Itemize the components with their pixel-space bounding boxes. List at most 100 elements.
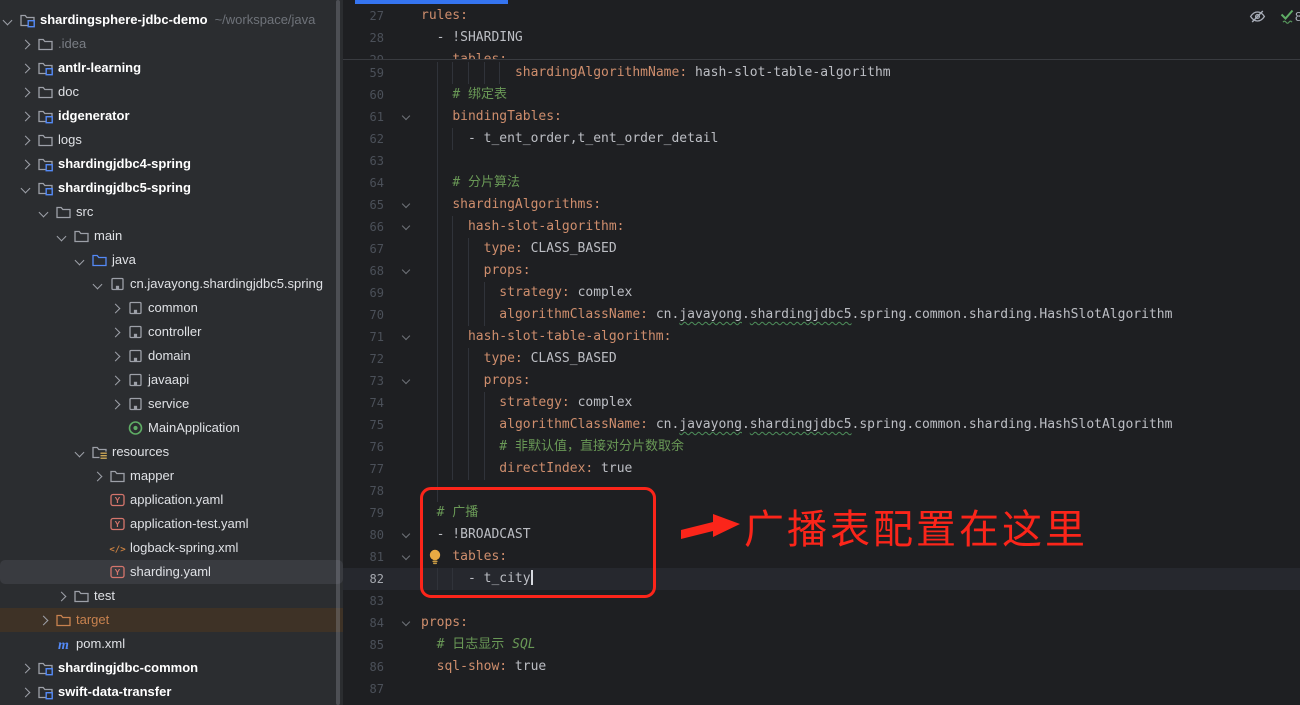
line-number[interactable]: 84 [343,612,384,634]
code-line-72[interactable]: 72type: CLASS_BASED [343,348,1300,370]
chevron-right-icon[interactable] [57,592,67,602]
fold-chevron-icon[interactable] [402,376,410,384]
tree-item-application-test-yaml[interactable]: Yapplication-test.yaml [0,512,343,536]
line-number[interactable]: 73 [343,370,384,392]
line-number[interactable]: 78 [343,480,384,502]
code-line-65[interactable]: 65shardingAlgorithms: [343,194,1300,216]
line-number[interactable]: 28 [343,27,384,49]
code-line-67[interactable]: 67type: CLASS_BASED [343,238,1300,260]
line-number[interactable]: 69 [343,282,384,304]
code-line-84[interactable]: 84props: [343,612,1300,634]
chevron-down-icon[interactable] [75,448,85,458]
tree-item-controller[interactable]: controller [0,320,343,344]
chevron-right-icon[interactable] [93,472,103,482]
tree-item-mainapplication[interactable]: MainApplication [0,416,343,440]
tree-item-application-yaml[interactable]: Yapplication.yaml [0,488,343,512]
tree-item-service[interactable]: service [0,392,343,416]
fold-chevron-icon[interactable] [402,618,410,626]
chevron-down-icon[interactable] [3,16,13,26]
tree-item-main[interactable]: main [0,224,343,248]
tree-item-logback-spring-xml[interactable]: </>logback-spring.xml [0,536,343,560]
code-line-85[interactable]: 85# 日志显示 SQL [343,634,1300,656]
chevron-right-icon[interactable] [39,616,49,626]
tree-item-mapper[interactable]: mapper [0,464,343,488]
tree-item-src[interactable]: src [0,200,343,224]
chevron-right-icon[interactable] [21,88,31,98]
code-line-66[interactable]: 66hash-slot-algorithm: [343,216,1300,238]
chevron-down-icon[interactable] [57,232,67,242]
tree-item-java[interactable]: java [0,248,343,272]
chevron-down-icon[interactable] [39,208,49,218]
fold-chevron-icon[interactable] [402,200,410,208]
line-number[interactable]: 65 [343,194,384,216]
chevron-right-icon[interactable] [111,328,121,338]
chevron-right-icon[interactable] [111,304,121,314]
chevron-right-icon[interactable] [21,64,31,74]
chevron-right-icon[interactable] [111,400,121,410]
code-line-62[interactable]: 62- t_ent_order,t_ent_order_detail [343,128,1300,150]
chevron-right-icon[interactable] [21,664,31,674]
tree-item-doc[interactable]: doc [0,80,343,104]
tree-item-domain[interactable]: domain [0,344,343,368]
tree-item-shardingjdbc5-spring[interactable]: shardingjdbc5-spring [0,176,343,200]
fold-chevron-icon[interactable] [402,530,410,538]
fold-chevron-icon[interactable] [402,266,410,274]
line-number[interactable]: 81 [343,546,384,568]
inspections-ok-check-icon[interactable] [1279,7,1295,30]
line-number[interactable]: 59 [343,62,384,84]
line-number[interactable]: 76 [343,436,384,458]
code-line-77[interactable]: 77directIndex: true [343,458,1300,480]
line-number[interactable]: 75 [343,414,384,436]
tree-item-logs[interactable]: logs [0,128,343,152]
tree-item-sharding-yaml[interactable]: Ysharding.yaml [0,560,343,584]
code-line-63[interactable]: 63 [343,150,1300,172]
tree-item-test[interactable]: test [0,584,343,608]
line-number[interactable]: 82 [343,568,384,590]
code-line-60[interactable]: 60# 绑定表 [343,84,1300,106]
code-area[interactable]: 59shardingAlgorithmName: hash-slot-table… [343,62,1300,700]
line-number[interactable]: 67 [343,238,384,260]
tree-item--idea[interactable]: .idea [0,32,343,56]
line-number[interactable]: 61 [343,106,384,128]
sticky-line-27[interactable]: 27rules: [343,5,1300,27]
chevron-down-icon[interactable] [21,184,31,194]
project-tree-scrollbar[interactable] [336,0,340,705]
chevron-right-icon[interactable] [21,40,31,50]
editor-pane[interactable]: 27rules:28- !SHARDING29tables: 59shardin… [343,0,1300,705]
line-number[interactable]: 71 [343,326,384,348]
line-number[interactable]: 68 [343,260,384,282]
code-line-73[interactable]: 73props: [343,370,1300,392]
line-number[interactable]: 63 [343,150,384,172]
code-line-75[interactable]: 75algorithmClassName: cn.javayong.shardi… [343,414,1300,436]
tree-item-javaapi[interactable]: javaapi [0,368,343,392]
line-number[interactable]: 86 [343,656,384,678]
line-number[interactable]: 80 [343,524,384,546]
tree-item-idgenerator[interactable]: idgenerator [0,104,343,128]
chevron-right-icon[interactable] [21,160,31,170]
chevron-right-icon[interactable] [21,136,31,146]
tree-item-shardingjdbc-common[interactable]: shardingjdbc-common [0,656,343,680]
chevron-right-icon[interactable] [21,112,31,122]
line-number[interactable]: 74 [343,392,384,414]
sticky-line-28[interactable]: 28- !SHARDING [343,27,1300,49]
highlighting-eye-slash-icon[interactable] [1249,8,1266,30]
code-line-59[interactable]: 59shardingAlgorithmName: hash-slot-table… [343,62,1300,84]
line-number[interactable]: 60 [343,84,384,106]
code-line-87[interactable]: 87 [343,678,1300,700]
line-number[interactable]: 72 [343,348,384,370]
tree-item-cn-javayong-shardingjdbc5-spring[interactable]: cn.javayong.shardingjdbc5.spring [0,272,343,296]
tree-item-target[interactable]: target [0,608,343,632]
tree-item-common[interactable]: common [0,296,343,320]
code-line-76[interactable]: 76# 非默认值，直接对分片数取余 [343,436,1300,458]
tree-item-shardingjdbc4-spring[interactable]: shardingjdbc4-spring [0,152,343,176]
line-number[interactable]: 27 [343,5,384,27]
chevron-right-icon[interactable] [111,376,121,386]
tree-item-pom-xml[interactable]: mpom.xml [0,632,343,656]
sticky-line-29[interactable]: 29tables: [343,49,1300,60]
line-number[interactable]: 64 [343,172,384,194]
code-line-86[interactable]: 86sql-show: true [343,656,1300,678]
line-number[interactable]: 77 [343,458,384,480]
fold-chevron-icon[interactable] [402,332,410,340]
code-line-71[interactable]: 71hash-slot-table-algorithm: [343,326,1300,348]
tree-item-shardingsphere-jdbc-demo[interactable]: shardingsphere-jdbc-demo~/workspace/java [0,8,343,32]
